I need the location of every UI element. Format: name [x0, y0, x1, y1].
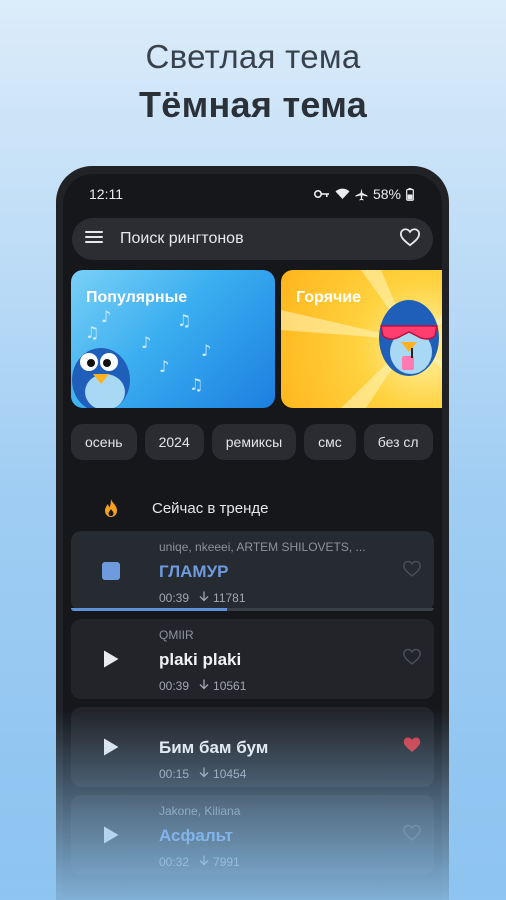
status-time: 12:11: [89, 186, 123, 202]
like-heart-icon[interactable]: [402, 648, 422, 671]
search-bar[interactable]: Поиск рингтонов: [72, 218, 433, 260]
phone-frame: 12:11 58% Поиск рингтонов ♫ ♪ ♫ ♪ ♪ ♫ ♪ …: [56, 166, 449, 900]
svg-text:♫: ♫: [189, 375, 203, 394]
key-icon: [313, 189, 330, 199]
battery-icon: [406, 187, 414, 201]
download-arrow-icon: [199, 767, 209, 781]
download-count: 11781: [213, 591, 246, 605]
download-arrow-icon: [199, 591, 209, 605]
stop-button[interactable]: [99, 559, 123, 583]
wifi-icon: [335, 188, 350, 200]
track-meta: 00:39 11781: [159, 591, 246, 605]
chip-tag[interactable]: ремиксы: [211, 424, 297, 460]
track-title: plaki plaki: [159, 650, 242, 669]
download-count: 10454: [213, 767, 247, 781]
category-cards: ♫ ♪ ♫ ♪ ♪ ♫ ♪ Популярные Горячие: [63, 270, 442, 410]
download-arrow-icon: [199, 679, 209, 693]
chip-tag[interactable]: смс: [304, 424, 356, 460]
category-card-hot[interactable]: Горячие: [281, 270, 442, 408]
track-duration: 00:15: [159, 767, 190, 781]
tag-chips: осень 2024 ремиксы смс без сл: [63, 424, 442, 460]
track-downloads: 10561: [199, 679, 246, 693]
track-row[interactable]: QMIIR plaki plaki 00:39 10561: [71, 619, 434, 699]
favorites-heart-icon[interactable]: [399, 227, 421, 252]
svg-text:♪: ♪: [101, 307, 111, 326]
menu-icon[interactable]: [84, 229, 104, 250]
search-label[interactable]: Поиск рингтонов: [120, 230, 399, 248]
liked-heart-icon[interactable]: [402, 736, 422, 759]
status-icons: 58%: [313, 186, 414, 202]
playback-progress[interactable]: [71, 608, 434, 611]
category-title-hot: Горячие: [296, 289, 361, 306]
play-button[interactable]: [99, 647, 123, 671]
chip-tag[interactable]: осень: [71, 424, 137, 460]
battery-level: 58%: [372, 186, 401, 202]
download-count: 10561: [213, 679, 247, 693]
svg-text:♫: ♫: [85, 323, 99, 342]
track-artist: QMIIR: [159, 628, 194, 642]
category-card-popular[interactable]: ♫ ♪ ♫ ♪ ♪ ♫ ♪ Популярные: [71, 270, 275, 408]
track-meta: 00:39 10561: [159, 679, 246, 693]
promo-headline: Светлая тема Тёмная тема: [0, 38, 506, 126]
track-downloads: 10454: [199, 767, 246, 781]
track-title: Асфальт: [159, 826, 233, 845]
dark-theme-label: Тёмная тема: [138, 84, 368, 125]
track-artist: Jakone, Kiliana: [159, 804, 241, 818]
track-meta: 00:15 10454: [159, 767, 246, 781]
track-downloads: 11781: [199, 591, 246, 605]
like-heart-icon[interactable]: [402, 824, 422, 847]
download-arrow-icon: [199, 855, 209, 869]
app-screen: 12:11 58% Поиск рингтонов ♫ ♪ ♫ ♪ ♪ ♫ ♪ …: [63, 174, 442, 900]
track-duration: 00:39: [159, 679, 190, 693]
svg-text:♫: ♫: [177, 311, 191, 330]
download-count: 7991: [213, 855, 240, 869]
track-row[interactable]: Бим бам бум 00:15 10454: [71, 707, 434, 787]
track-row[interactable]: uniqe, nkeeei, ARTEM SHILOVETS, ... ГЛАМ…: [71, 531, 434, 611]
category-title-popular: Популярные: [86, 289, 188, 306]
track-list: uniqe, nkeeei, ARTEM SHILOVETS, ... ГЛАМ…: [63, 531, 442, 875]
track-downloads: 7991: [199, 855, 240, 869]
svg-text:♪: ♪: [159, 357, 169, 376]
chip-tag[interactable]: без сл: [363, 424, 433, 460]
airplane-icon: [355, 188, 368, 201]
fire-icon: [103, 498, 123, 518]
like-heart-icon[interactable]: [402, 560, 422, 583]
trending-label: Сейчас в тренде: [152, 499, 269, 517]
chip-tag[interactable]: 2024: [144, 424, 204, 460]
track-title: ГЛАМУР: [159, 562, 229, 581]
track-title: Бим бам бум: [159, 738, 269, 757]
track-duration: 00:32: [159, 855, 190, 869]
svg-text:♪: ♪: [141, 333, 151, 352]
track-duration: 00:39: [159, 591, 190, 605]
track-row[interactable]: Jakone, Kiliana Асфальт 00:32 7991: [71, 795, 434, 875]
status-bar: 12:11 58%: [63, 174, 442, 214]
track-meta: 00:32 7991: [159, 855, 240, 869]
playback-progress-fill: [71, 608, 228, 611]
play-button[interactable]: [99, 735, 123, 759]
track-artist: uniqe, nkeeei, ARTEM SHILOVETS, ...: [159, 540, 366, 554]
play-button[interactable]: [99, 823, 123, 847]
svg-text:♪: ♪: [201, 341, 211, 360]
trending-header: Сейчас в тренде: [63, 498, 442, 518]
light-theme-label: Светлая тема: [145, 38, 361, 75]
